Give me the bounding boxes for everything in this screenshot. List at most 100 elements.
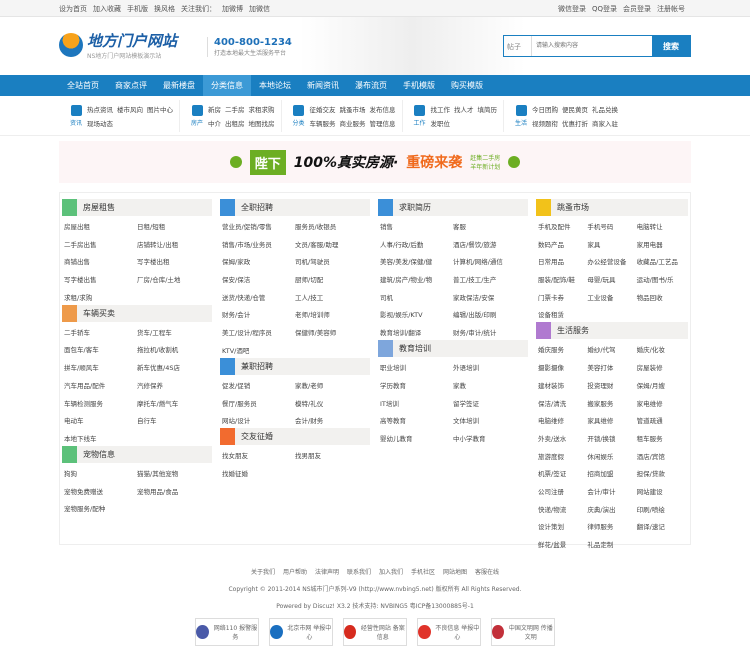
category-link[interactable]: 庆典/演出 xyxy=(587,504,636,514)
trust-badge[interactable]: 中国文明网 传播文明 xyxy=(491,618,555,646)
category-link[interactable]: 保健师/美容师 xyxy=(295,327,368,337)
category-link[interactable]: KTV/酒吧 xyxy=(222,345,295,355)
top-link[interactable]: 关注我们： xyxy=(181,5,216,13)
section-header[interactable]: 全职招聘 xyxy=(220,199,370,216)
category-link[interactable]: 家教 xyxy=(453,380,526,390)
category-link[interactable]: 销售/市场/业务员 xyxy=(222,239,295,249)
category-link[interactable]: 车辆检测服务 xyxy=(64,398,137,408)
subnav-link[interactable]: 管理信息 xyxy=(370,118,396,128)
category-link[interactable]: 货车/工程车 xyxy=(137,327,210,337)
category-link[interactable]: 高等教育 xyxy=(380,415,453,425)
category-link[interactable]: 建筑/房产/物业/物 xyxy=(380,274,453,284)
section-header[interactable]: 兼职招聘 xyxy=(220,357,370,375)
category-link[interactable]: 担保/贷款 xyxy=(637,468,686,478)
subnav-link[interactable]: 图片中心 xyxy=(147,104,173,114)
subnav-link[interactable]: 二手房 xyxy=(225,104,245,114)
category-link[interactable]: 婚庆/化妆 xyxy=(637,344,686,354)
category-link[interactable]: 建材装饰 xyxy=(538,380,587,390)
category-link[interactable]: 厂房/仓库/土地 xyxy=(137,274,210,284)
category-link[interactable]: 开锁/换锁 xyxy=(587,433,636,443)
top-link[interactable]: 换风格 xyxy=(154,5,175,13)
category-link[interactable]: 机票/签证 xyxy=(538,468,587,478)
category-link[interactable]: 留学签证 xyxy=(453,398,526,408)
category-link[interactable]: 招商加盟 xyxy=(587,468,636,478)
nav-item[interactable]: 手机模版 xyxy=(395,75,443,96)
subnav-icon-label[interactable]: 房产 xyxy=(186,105,208,127)
category-link[interactable]: 财务/会计 xyxy=(222,309,295,319)
category-link[interactable]: 管道疏通 xyxy=(637,415,686,425)
category-link[interactable]: 职业培训 xyxy=(380,362,453,372)
site-logo[interactable]: 地方门户网站 NS地方门户网站模板演示站 xyxy=(59,30,177,60)
nav-item[interactable]: 购买模版 xyxy=(443,75,491,96)
category-link[interactable]: 酒店/餐饮/旅游 xyxy=(453,239,526,249)
nav-item[interactable]: 新闻资讯 xyxy=(299,75,347,96)
category-link[interactable]: 营业员/促销/零售 xyxy=(222,221,295,231)
category-link[interactable]: 模特/礼仪 xyxy=(295,398,368,408)
subnav-link[interactable]: 发布信息 xyxy=(370,104,396,114)
category-link[interactable]: 快递/物流 xyxy=(538,504,587,514)
category-link[interactable]: 电动车 xyxy=(64,415,137,425)
nav-item[interactable]: 本地论坛 xyxy=(251,75,299,96)
footer-link[interactable]: 用户帮助 xyxy=(283,569,307,576)
ad-banner[interactable]: 陛下 100%真实房源· 重磅来袭 赶集二手房 羊年新计划 xyxy=(59,141,691,183)
category-link[interactable]: 美容/美发/保健/健 xyxy=(380,256,453,266)
footer-link[interactable]: 法律声明 xyxy=(315,569,339,576)
category-link[interactable]: 日租/短租 xyxy=(137,221,210,231)
category-link[interactable]: 学历教育 xyxy=(380,380,453,390)
category-link[interactable]: 家政保洁/安保 xyxy=(453,292,526,302)
search-type-select[interactable]: 帖子 xyxy=(504,36,532,56)
top-link[interactable]: 注册帐号 xyxy=(657,5,685,13)
trust-badge[interactable]: 经营性网站 备案信息 xyxy=(343,618,407,646)
subnav-link[interactable]: 出租房 xyxy=(225,118,245,128)
category-link[interactable]: 翻译/速记 xyxy=(637,521,686,531)
category-link[interactable]: 商铺出售 xyxy=(64,256,137,266)
category-link[interactable]: 会计/审计 xyxy=(587,486,636,496)
category-link[interactable]: 收藏品/工艺品 xyxy=(637,256,686,266)
category-link[interactable]: 办公经营设备 xyxy=(587,256,636,266)
subnav-link[interactable]: 找工作 xyxy=(431,104,451,114)
category-link[interactable]: 找男朋友 xyxy=(295,450,368,460)
subnav-link[interactable]: 找人才 xyxy=(454,104,474,114)
category-link[interactable]: 本地下线车 xyxy=(64,433,137,443)
subnav-link[interactable]: 中介 xyxy=(208,118,221,128)
footer-link[interactable]: 网站地图 xyxy=(443,569,467,576)
category-link[interactable]: 门票卡券 xyxy=(538,292,587,302)
category-link[interactable]: 外语培训 xyxy=(453,362,526,372)
category-link[interactable]: 汽车用品/配件 xyxy=(64,380,137,390)
category-link[interactable]: 写字楼出售 xyxy=(64,274,137,284)
footer-link[interactable]: 手机社区 xyxy=(411,569,435,576)
category-link[interactable]: 司机/驾驶员 xyxy=(295,256,368,266)
subnav-link[interactable]: 热点资讯 xyxy=(87,104,113,114)
category-link[interactable]: 司机 xyxy=(380,292,453,302)
category-link[interactable]: 家具维修 xyxy=(587,415,636,425)
category-link[interactable]: 销售 xyxy=(380,221,453,231)
trust-badge[interactable]: 北京市网 举报中心 xyxy=(269,618,333,646)
category-link[interactable]: 自行车 xyxy=(137,415,210,425)
category-link[interactable]: 家教/老师 xyxy=(295,380,368,390)
nav-item[interactable]: 分类信息 xyxy=(203,75,251,96)
subnav-link[interactable]: 求租求购 xyxy=(249,104,275,114)
category-link[interactable]: 婴幼儿教育 xyxy=(380,433,453,443)
subnav-link[interactable]: 现场动态 xyxy=(87,118,113,128)
category-link[interactable]: 摩托车/燃气车 xyxy=(137,398,210,408)
nav-item[interactable]: 最新楼盘 xyxy=(155,75,203,96)
category-link[interactable]: 律师服务 xyxy=(587,521,636,531)
category-link[interactable]: 家电维修 xyxy=(637,398,686,408)
section-header[interactable]: 宠物信息 xyxy=(62,445,212,463)
category-link[interactable]: 厨师/切配 xyxy=(295,274,368,284)
category-link[interactable]: 电脑转让 xyxy=(637,221,686,231)
category-link[interactable]: 普工/技工/生产 xyxy=(453,274,526,284)
category-link[interactable]: 服务员/收银员 xyxy=(295,221,368,231)
top-link[interactable]: 设为首页 xyxy=(59,5,87,13)
category-link[interactable]: 餐厅/服务员 xyxy=(222,398,295,408)
subnav-link[interactable]: 商业服务 xyxy=(340,118,366,128)
category-link[interactable]: 保姆/家政 xyxy=(222,256,295,266)
search-input[interactable] xyxy=(532,36,652,56)
category-link[interactable]: 宠物用品/食品 xyxy=(137,486,210,496)
footer-link[interactable]: 加入我们 xyxy=(379,569,403,576)
category-link[interactable]: 美工/设计/程序员 xyxy=(222,327,295,337)
section-header[interactable]: 车辆买卖 xyxy=(62,304,212,322)
category-link[interactable]: 家具 xyxy=(587,239,636,249)
subnav-link[interactable]: 视频题衔 xyxy=(532,118,558,128)
category-link[interactable]: 促发/促销 xyxy=(222,380,295,390)
